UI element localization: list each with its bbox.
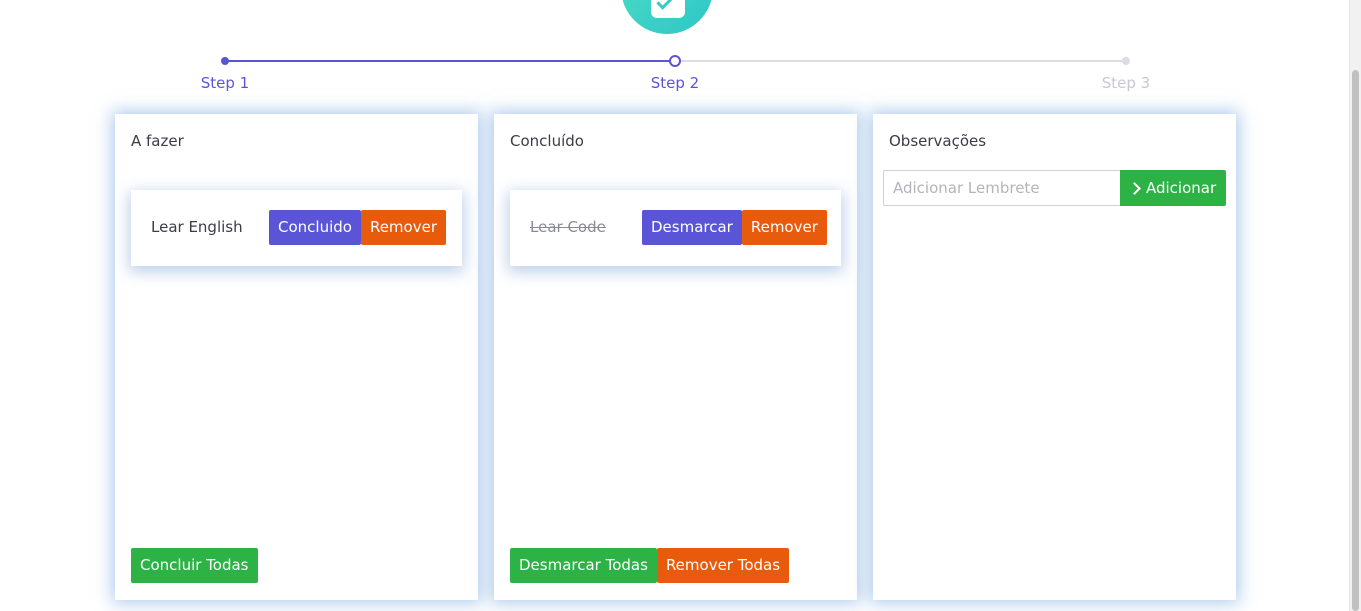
stepper-line-pending	[675, 60, 1126, 62]
reminder-input[interactable]	[883, 170, 1120, 206]
todo-panel: A fazer Lear English Concluido Remover C…	[115, 114, 478, 600]
add-reminder-button[interactable]: Adicionar	[1120, 170, 1226, 206]
step-1-label[interactable]: Step 1	[175, 74, 275, 92]
done-bulk-actions: Desmarcar Todas Remover Todas	[510, 548, 790, 583]
remove-all-button[interactable]: Remover Todas	[656, 548, 790, 583]
todo-task-text: Lear English	[151, 218, 243, 236]
notes-panel-title: Observações	[889, 132, 987, 150]
stepper-line-completed	[225, 60, 675, 62]
add-reminder-label: Adicionar	[1146, 179, 1217, 197]
todo-panel-title: A fazer	[131, 132, 184, 150]
complete-task-button[interactable]: Concluido	[269, 210, 361, 245]
step-2-dot[interactable]	[669, 55, 681, 67]
page: Step 1 Step 2 Step 3 A fazer Lear Englis…	[0, 0, 1361, 611]
todo-task-card: Lear English Concluido Remover	[131, 190, 462, 266]
todo-task-actions: Concluido Remover	[269, 210, 446, 245]
todo-bulk-actions: Concluir Todas	[131, 548, 258, 583]
notes-panel: Observações Adicionar	[873, 114, 1236, 600]
unmark-all-button[interactable]: Desmarcar Todas	[510, 548, 657, 583]
page-scrollbar[interactable]	[1349, 0, 1361, 611]
remove-todo-task-button[interactable]: Remover	[360, 210, 446, 245]
stepper: Step 1 Step 2 Step 3	[0, 0, 1361, 100]
unmark-task-button[interactable]: Desmarcar	[642, 210, 742, 245]
step-1-dot[interactable]	[221, 57, 229, 65]
complete-all-button[interactable]: Concluir Todas	[131, 548, 258, 583]
page-scrollbar-thumb[interactable]	[1352, 70, 1359, 611]
step-3-label[interactable]: Step 3	[1076, 74, 1176, 92]
step-2-label[interactable]: Step 2	[625, 74, 725, 92]
done-panel-title: Concluído	[510, 132, 584, 150]
done-task-text: Lear Code	[530, 218, 606, 236]
chevron-right-icon	[1128, 181, 1141, 195]
add-reminder-form: Adicionar	[883, 170, 1226, 206]
done-task-card: Lear Code Desmarcar Remover	[510, 190, 841, 266]
remove-done-task-button[interactable]: Remover	[741, 210, 827, 245]
done-panel: Concluído Lear Code Desmarcar Remover De…	[494, 114, 857, 600]
step-3-dot[interactable]	[1122, 57, 1130, 65]
done-task-actions: Desmarcar Remover	[642, 210, 827, 245]
